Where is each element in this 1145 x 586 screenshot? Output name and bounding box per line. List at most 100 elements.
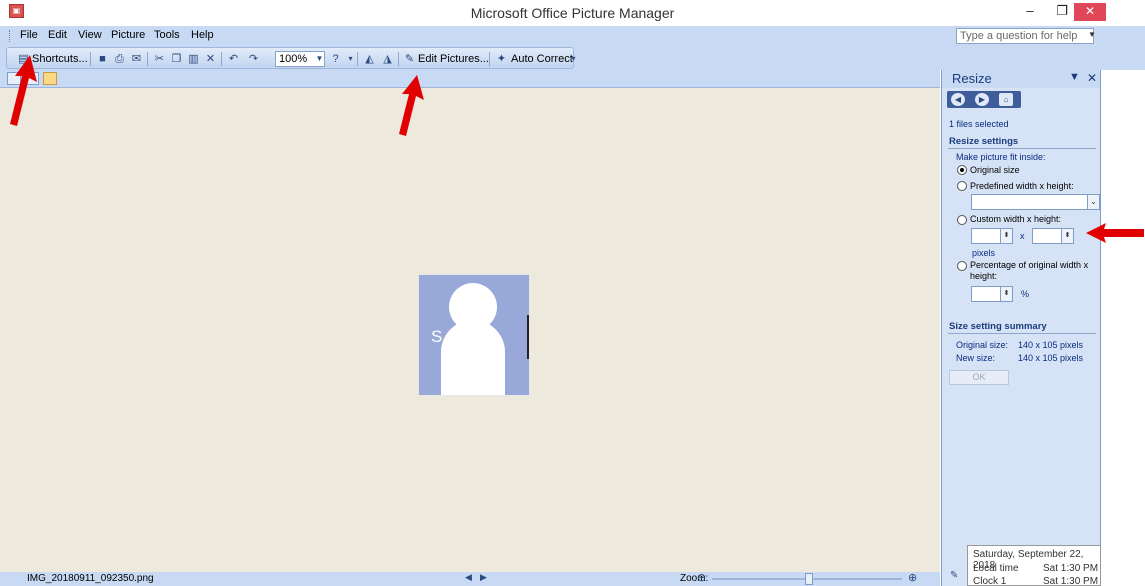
rotate-right-icon[interactable]: ◮ (381, 53, 394, 65)
menu-help[interactable]: Help (191, 29, 214, 41)
picture-canvas: S (0, 88, 940, 572)
pixels-label: pixels (972, 248, 996, 258)
new-size-summary-label: New size: (956, 353, 996, 363)
toolbar-separator (398, 52, 399, 66)
custom-height-stepper[interactable]: ⬍ (1032, 228, 1074, 244)
edit-pictures-icon[interactable]: ✎ (403, 53, 416, 65)
spinner-icon[interactable]: ⬍ (1000, 229, 1012, 243)
help-dropdown-icon[interactable]: ▼ (1086, 28, 1098, 44)
picture-preview[interactable]: S (418, 274, 530, 396)
next-picture-icon[interactable]: ▶ (480, 572, 487, 583)
menu-file[interactable]: File (20, 29, 38, 41)
zoom-in-icon[interactable]: ⊕ (908, 571, 917, 584)
menu-view[interactable]: View (78, 29, 102, 41)
menu-tools[interactable]: Tools (154, 29, 180, 41)
view-switcher-bar (0, 70, 940, 88)
avatar-body-shape (441, 320, 505, 395)
spinner-icon[interactable]: ⬍ (1000, 287, 1012, 301)
auto-correct-button[interactable]: Auto Correct (511, 53, 573, 65)
annotation-arrow-icon (10, 55, 37, 126)
zoom-dropdown-icon[interactable]: ▼ (313, 53, 326, 65)
local-time-label: Local time (973, 563, 1019, 574)
custom-size-label: Custom width x height: (970, 214, 1062, 224)
help-search-input[interactable]: Type a question for help (956, 28, 1094, 44)
zoom-out-icon[interactable]: ⊖ (697, 571, 706, 584)
task-pane-header: Resize ▼ ✕ (942, 70, 1100, 88)
previous-picture-icon[interactable]: ◀ (465, 572, 472, 583)
predefined-size-label: Predefined width x height: (970, 181, 1074, 191)
zoom-slider-thumb[interactable] (805, 573, 813, 585)
original-size-summary-label: Original size: (956, 340, 1009, 350)
task-pane-close-icon[interactable]: ✕ (1087, 71, 1097, 85)
task-pane-nav: ◀ ▶ ⌂ (947, 91, 1021, 108)
delete-icon[interactable]: ✕ (204, 53, 217, 65)
menu-edit[interactable]: Edit (48, 29, 67, 41)
toolbar-strip: ▤ Shortcuts... ■ ⎙ ✉ ✂ ❐ ▥ ✕ ↶ ↷ 100% ▼ … (6, 47, 576, 69)
menu-picture[interactable]: Picture (111, 29, 145, 41)
paste-icon[interactable]: ▥ (187, 53, 200, 65)
window-title: Microsoft Office Picture Manager (470, 5, 675, 21)
edit-pictures-icon[interactable]: ✎ (950, 570, 962, 582)
cut-icon[interactable]: ✂ (153, 53, 166, 65)
section-divider (948, 333, 1096, 334)
new-size-summary-value: 140 x 105 pixels (1018, 353, 1084, 363)
print-icon[interactable]: ⎙ (113, 53, 126, 65)
toolbar-options-icon[interactable]: ▾ (344, 53, 357, 65)
ok-button[interactable]: OK (949, 370, 1009, 385)
save-icon[interactable]: ■ (96, 53, 109, 65)
annotation-arrow-icon (1086, 223, 1144, 243)
home-icon[interactable]: ⌂ (999, 93, 1013, 106)
files-selected-text: 1 files selected (949, 119, 1009, 129)
single-picture-view-icon[interactable] (43, 72, 57, 85)
email-icon[interactable]: ✉ (130, 53, 143, 65)
shortcuts-button[interactable]: Shortcuts... (32, 53, 88, 65)
original-size-radio[interactable] (957, 165, 967, 175)
auto-correct-icon[interactable]: ✦ (495, 53, 508, 65)
toolbar-separator (357, 52, 358, 66)
section-divider (948, 148, 1096, 149)
predefined-size-select[interactable]: ⌄ (971, 194, 1100, 210)
percentage-label: Percentage of original width x height: (970, 260, 1089, 281)
menu-grip-icon[interactable] (9, 30, 11, 42)
standard-toolbar: ▤ Shortcuts... ■ ⎙ ✉ ✂ ❐ ▥ ✕ ↶ ↷ 100% ▼ … (0, 46, 1145, 70)
local-time-value: Sat 1:30 PM (1043, 563, 1099, 574)
resize-task-pane: Resize ▼ ✕ ◀ ▶ ⌂ 1 files selected Resize… (941, 70, 1101, 586)
original-size-summary-value: 140 x 105 pixels (1018, 340, 1084, 350)
back-icon[interactable]: ◀ (951, 93, 965, 106)
image-edge-mark (527, 315, 529, 359)
toolbar-separator (221, 52, 222, 66)
task-pane-dropdown-icon[interactable]: ▼ (1069, 71, 1080, 83)
custom-width-stepper[interactable]: ⬍ (971, 228, 1013, 244)
undo-icon[interactable]: ↶ (227, 53, 240, 65)
clock-tooltip: Saturday, September 22, 2018 Local time … (967, 545, 1101, 586)
avatar-initial: S (431, 327, 443, 346)
toolbar-options-icon[interactable]: ▾ (567, 53, 580, 65)
original-size-label: Original size (970, 165, 1020, 175)
chevron-down-icon[interactable]: ⌄ (1087, 195, 1099, 209)
fit-inside-label: Make picture fit inside: (956, 152, 1046, 162)
percentage-stepper[interactable]: ⬍ (971, 286, 1013, 302)
redo-icon[interactable]: ↷ (247, 53, 260, 65)
spinner-icon[interactable]: ⬍ (1061, 229, 1073, 243)
times-sign: x (1020, 231, 1025, 241)
edit-pictures-button[interactable]: Edit Pictures... (418, 53, 489, 65)
annotation-arrow-icon (399, 75, 424, 136)
predefined-size-radio[interactable] (957, 181, 967, 191)
minimize-button[interactable]: – (1014, 0, 1046, 24)
rotate-left-icon[interactable]: ◭ (363, 53, 376, 65)
forward-icon[interactable]: ▶ (975, 93, 989, 106)
toolbar-separator (90, 52, 91, 66)
summary-heading: Size setting summary (949, 321, 1047, 332)
copy-icon[interactable]: ❐ (170, 53, 183, 65)
clock1-label: Clock 1 (973, 576, 1007, 586)
status-filename: IMG_20180911_092350.png (27, 573, 154, 584)
help-icon[interactable]: ? (329, 53, 342, 65)
close-button[interactable]: ✕ (1074, 3, 1106, 21)
percentage-radio[interactable] (957, 261, 967, 271)
custom-size-radio[interactable] (957, 215, 967, 225)
toolbar-separator (489, 52, 490, 66)
resize-settings-heading: Resize settings (949, 136, 1019, 147)
percent-sign: % (1021, 289, 1030, 299)
menu-bar: File Edit View Picture Tools Help Type a… (0, 26, 1145, 46)
clock1-value: Sat 1:30 PM (1043, 576, 1099, 586)
